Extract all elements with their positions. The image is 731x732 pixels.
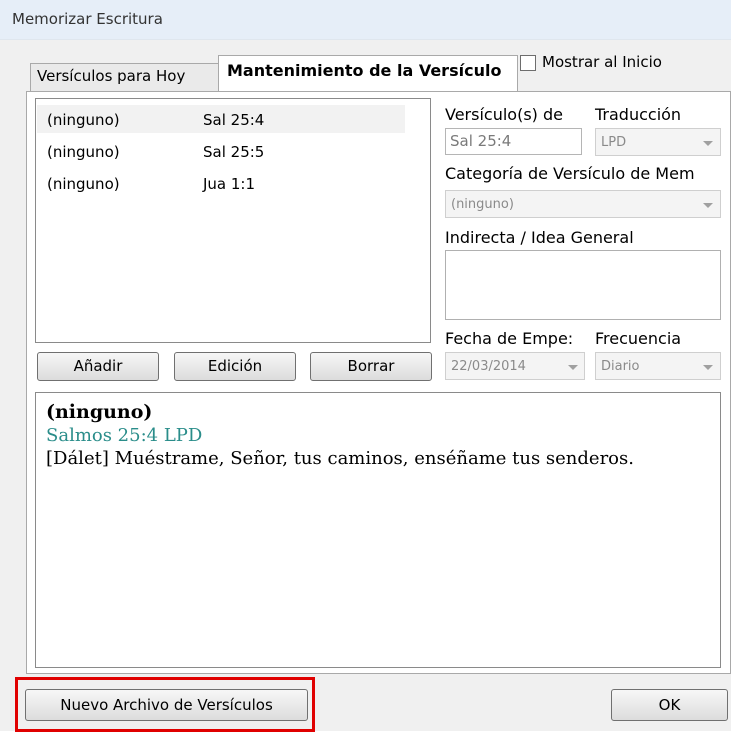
category-value: (ninguno) bbox=[451, 197, 514, 212]
hint-textarea[interactable] bbox=[445, 250, 721, 320]
show-at-start-checkbox[interactable] bbox=[520, 55, 536, 71]
frequency-value: Diario bbox=[601, 359, 640, 374]
highlight-box bbox=[15, 677, 315, 732]
chevron-down-icon bbox=[703, 141, 713, 146]
list-item-reference: Sal 25:5 bbox=[203, 143, 265, 161]
list-item-reference: Jua 1:1 bbox=[203, 175, 256, 193]
list-item-category: (ninguno) bbox=[47, 111, 120, 129]
preview-reference: Salmos 25:4 LPD bbox=[46, 425, 203, 446]
translation-select[interactable]: LPD bbox=[595, 128, 721, 156]
calendar-dropdown-icon[interactable] bbox=[568, 365, 578, 370]
translation-label: Traducción bbox=[595, 105, 682, 124]
verse-list[interactable]: (ninguno) Sal 25:4 (ninguno) Sal 25:5 (n… bbox=[35, 98, 431, 343]
title-bar: Memorizar Escritura bbox=[0, 0, 731, 40]
hint-label: Indirecta / Idea General bbox=[445, 228, 634, 247]
tab-verses-for-today[interactable]: Versículos para Hoy bbox=[30, 63, 220, 91]
show-at-start-label: Mostrar al Inicio bbox=[542, 53, 662, 71]
list-item[interactable]: (ninguno) Jua 1:1 bbox=[37, 169, 405, 197]
list-item-category: (ninguno) bbox=[47, 175, 120, 193]
chevron-down-icon bbox=[703, 365, 713, 370]
verse-reference-field[interactable]: Sal 25:4 bbox=[445, 128, 582, 155]
start-date-value: 22/03/2014 bbox=[451, 359, 526, 374]
delete-button[interactable]: Borrar bbox=[310, 352, 432, 381]
frequency-label: Frecuencia bbox=[595, 329, 682, 348]
category-select[interactable]: (ninguno) bbox=[445, 190, 721, 218]
tab-verse-maintenance[interactable]: Mantenimiento de la Versículo bbox=[218, 55, 518, 92]
verse-reference-label: Versículo(s) de bbox=[445, 105, 563, 124]
start-date-label: Fecha de Empe: bbox=[445, 329, 574, 348]
translation-value: LPD bbox=[601, 135, 627, 150]
start-date-picker[interactable]: 22/03/2014 bbox=[445, 352, 585, 380]
edit-button[interactable]: Edición bbox=[174, 352, 296, 381]
list-item[interactable]: (ninguno) Sal 25:5 bbox=[37, 137, 405, 165]
list-item-reference: Sal 25:4 bbox=[203, 111, 265, 129]
preview-category: (ninguno) bbox=[46, 401, 153, 423]
chevron-down-icon bbox=[703, 203, 713, 208]
ok-button[interactable]: OK bbox=[611, 689, 728, 721]
list-item[interactable]: (ninguno) Sal 25:4 bbox=[37, 105, 405, 133]
category-label: Categoría de Versículo de Mem bbox=[445, 164, 695, 183]
add-button[interactable]: Añadir bbox=[37, 352, 159, 381]
frequency-select[interactable]: Diario bbox=[595, 352, 721, 380]
verse-preview: (ninguno) Salmos 25:4 LPD [Dálet] Muéstr… bbox=[35, 392, 721, 668]
memorize-scripture-window: Memorizar Escritura Versículos para Hoy … bbox=[0, 0, 731, 732]
preview-verse-text: [Dálet] Muéstrame, Señor, tus caminos, e… bbox=[46, 448, 634, 469]
list-item-category: (ninguno) bbox=[47, 143, 120, 161]
window-title: Memorizar Escritura bbox=[12, 10, 163, 28]
